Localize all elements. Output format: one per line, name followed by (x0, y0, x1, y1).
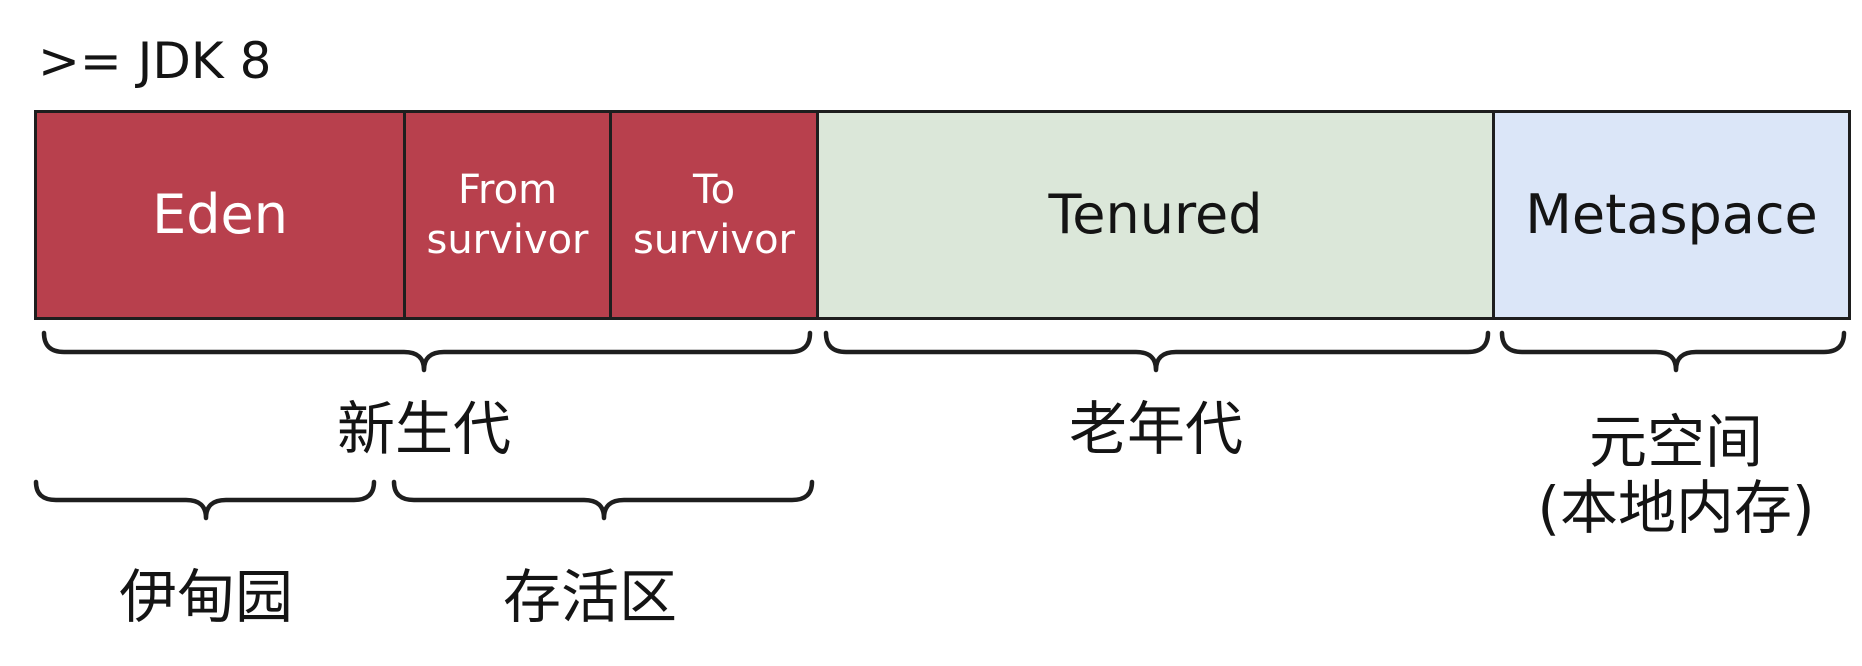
old-generation-brace (823, 330, 1491, 373)
old-generation-label: 老年代 (1069, 396, 1243, 463)
survivor-caption-text: 存活区 (502, 563, 678, 631)
young-generation-text: 新生代 (336, 395, 512, 463)
metaspace-caption: 元空间 (本地内存) (1537, 408, 1815, 542)
young-generation-label: 新生代 (337, 396, 511, 463)
young-generation-brace (41, 330, 813, 373)
eden-brace (33, 479, 377, 521)
metaspace-caption-line-1: 元空间 (1588, 408, 1764, 476)
metaspace-brace (1499, 330, 1847, 373)
survivor-caption: 存活区 (503, 564, 677, 631)
survivor-brace (391, 479, 815, 521)
eden-caption: 伊甸园 (119, 564, 293, 631)
eden-caption-text: 伊甸园 (118, 563, 294, 631)
jvm-memory-diagram: >= JDK 8 Eden From survivor To survivor … (0, 0, 1862, 666)
old-generation-text: 老年代 (1068, 395, 1244, 463)
metaspace-caption-line-2: (本地内存) (1537, 473, 1815, 542)
